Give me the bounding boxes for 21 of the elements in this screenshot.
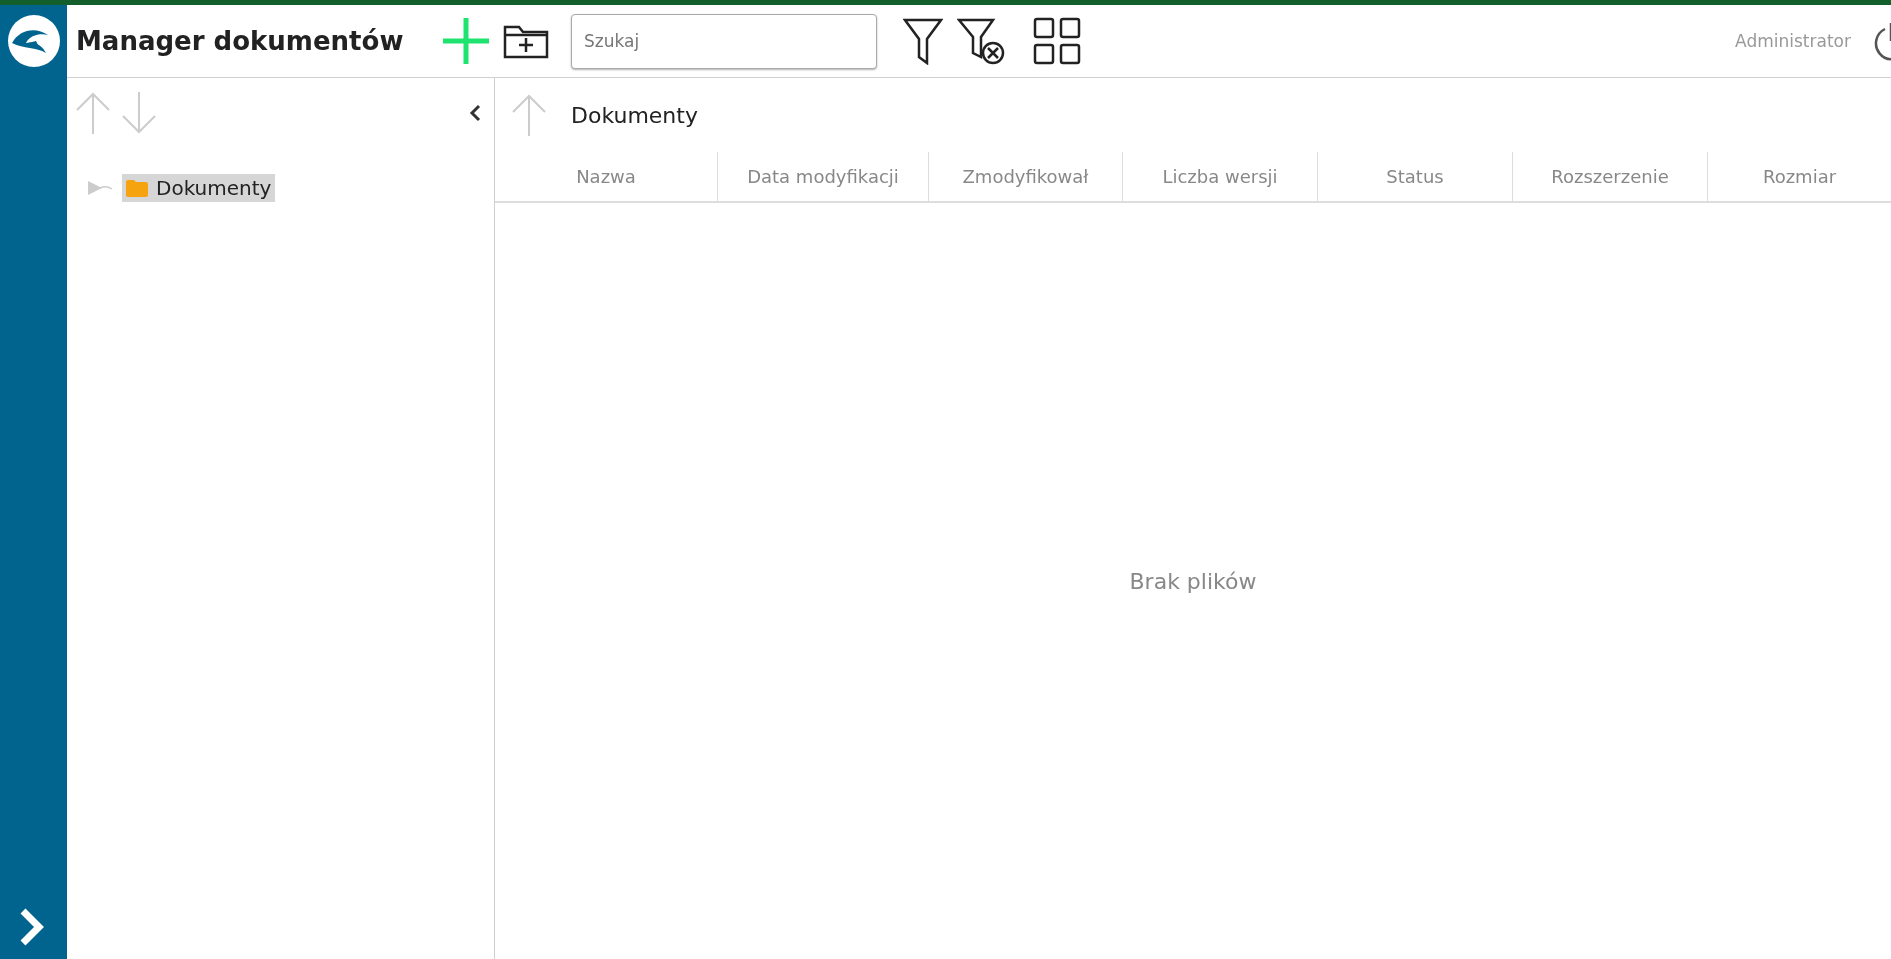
logo-icon[interactable] xyxy=(5,13,62,69)
column-header[interactable]: Zmodyfikował xyxy=(928,152,1122,201)
clear-filter-icon[interactable] xyxy=(957,17,1005,65)
search-field[interactable]: Szukaj xyxy=(571,13,877,69)
user-name: Administrator xyxy=(1735,31,1851,51)
tree-item[interactable]: Dokumenty xyxy=(122,174,276,202)
column-header[interactable]: Rozszerzenie xyxy=(1512,152,1707,201)
column-header[interactable]: Liczba wersji xyxy=(1122,152,1317,201)
current-folder-title: Dokumenty xyxy=(571,102,698,128)
new-folder-icon[interactable] xyxy=(503,23,549,59)
app-title: Manager dokumentów xyxy=(76,26,405,56)
collapse-chevron-icon[interactable] xyxy=(468,104,482,122)
column-header[interactable]: Status xyxy=(1317,152,1512,201)
column-header[interactable]: Data modyfikacji xyxy=(717,152,928,201)
grid-view-icon[interactable] xyxy=(1033,17,1081,65)
tree-toggle-icon[interactable] xyxy=(86,180,114,196)
folder-icon xyxy=(126,179,148,197)
column-header[interactable]: Rozmiar xyxy=(1707,152,1891,201)
empty-message: Brak plików xyxy=(1129,568,1257,594)
column-header[interactable]: Nazwa xyxy=(495,152,717,201)
filter-icon[interactable] xyxy=(903,17,943,65)
